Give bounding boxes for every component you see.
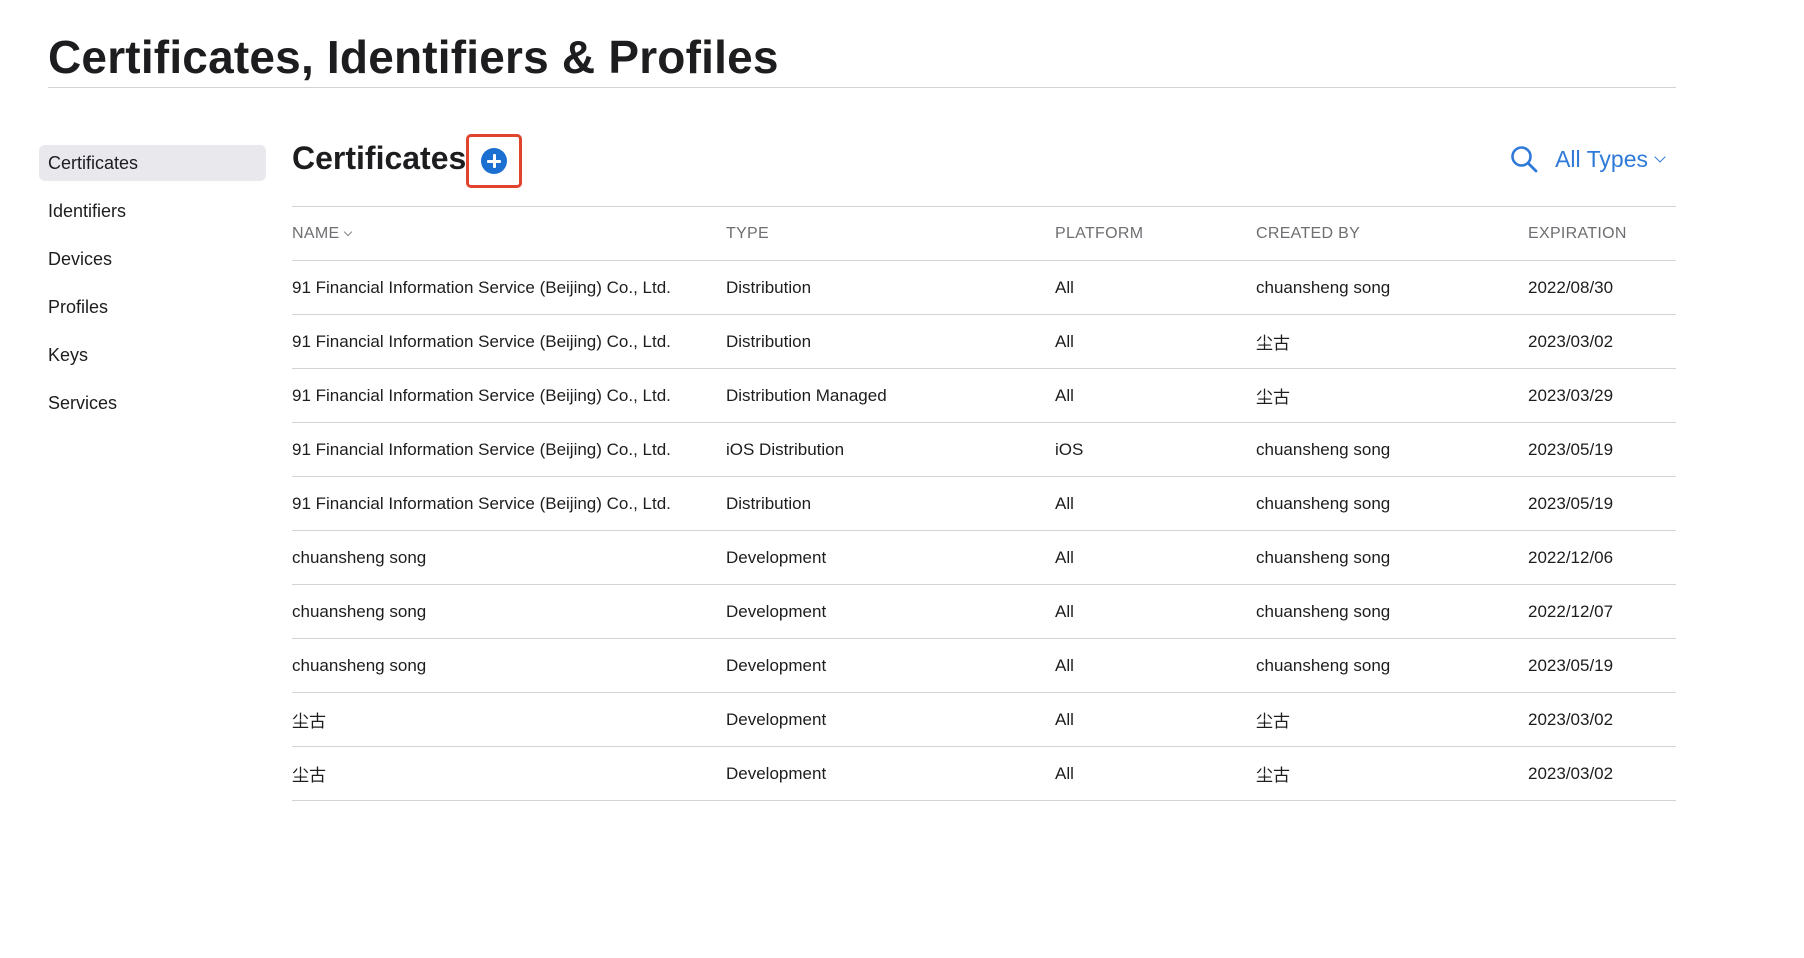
cell-created-by: chuansheng song	[1256, 655, 1391, 675]
cell-type: Development	[726, 709, 827, 729]
cell-platform: iOS	[1055, 439, 1084, 459]
cell-name: 尘古	[292, 766, 326, 785]
table-row[interactable]: 尘古 Development All 尘古 2023/03/02	[292, 693, 1676, 747]
cell-created-by: 尘古	[1256, 334, 1290, 353]
cell-type: Distribution	[726, 277, 812, 297]
title-divider	[48, 87, 1676, 88]
sidebar-item-profiles[interactable]: Profiles	[39, 289, 266, 325]
cell-type: Distribution	[726, 331, 812, 351]
column-header-type: TYPE	[726, 224, 769, 242]
certificates-table: NAME TYPE PLATFORM CREATED BY EXPIRATION…	[292, 206, 1676, 801]
sidebar-item-keys[interactable]: Keys	[39, 337, 266, 373]
table-row[interactable]: chuansheng song Development All chuanshe…	[292, 639, 1676, 693]
cell-type: Distribution	[726, 493, 812, 513]
cell-name: chuansheng song	[292, 655, 427, 675]
column-header-name[interactable]: NAME	[292, 207, 726, 261]
cell-expiration: 2022/08/30	[1528, 277, 1614, 297]
cell-platform: All	[1055, 601, 1074, 621]
table-row[interactable]: 91 Financial Information Service (Beijin…	[292, 261, 1676, 315]
cell-expiration: 2023/05/19	[1528, 655, 1614, 675]
cell-created-by: chuansheng song	[1256, 439, 1391, 459]
cell-created-by: 尘古	[1256, 388, 1290, 407]
table-row[interactable]: 尘古 Development All 尘古 2023/03/02	[292, 747, 1676, 801]
column-header-expiration: EXPIRATION	[1528, 224, 1627, 242]
cell-expiration: 2023/03/02	[1528, 709, 1614, 729]
cell-name: 91 Financial Information Service (Beijin…	[292, 331, 671, 351]
add-certificate-button[interactable]	[466, 134, 522, 188]
table-row[interactable]: 91 Financial Information Service (Beijin…	[292, 477, 1676, 531]
cell-name: chuansheng song	[292, 601, 427, 621]
cell-expiration: 2023/03/02	[1528, 763, 1614, 783]
column-header-created-by: CREATED BY	[1256, 224, 1361, 242]
search-icon[interactable]	[1509, 144, 1539, 174]
section-header: Certificates All Types	[292, 132, 1676, 192]
cell-created-by: 尘古	[1256, 766, 1290, 785]
cell-platform: All	[1055, 709, 1074, 729]
table-row[interactable]: 91 Financial Information Service (Beijin…	[292, 423, 1676, 477]
cell-created-by: chuansheng song	[1256, 493, 1391, 513]
cell-created-by: 尘古	[1256, 712, 1290, 731]
cell-name: 尘古	[292, 712, 326, 731]
cell-created-by: chuansheng song	[1256, 277, 1391, 297]
sidebar-item-services[interactable]: Services	[39, 385, 266, 421]
cell-created-by: chuansheng song	[1256, 547, 1391, 567]
type-filter-label: All Types	[1555, 145, 1648, 172]
cell-type: Development	[726, 655, 827, 675]
cell-platform: All	[1055, 385, 1074, 405]
cell-created-by: chuansheng song	[1256, 601, 1391, 621]
cell-expiration: 2023/05/19	[1528, 493, 1614, 513]
sidebar-item-identifiers[interactable]: Identifiers	[39, 193, 266, 229]
cell-type: Development	[726, 763, 827, 783]
cell-platform: All	[1055, 493, 1074, 513]
cell-type: iOS Distribution	[726, 439, 845, 459]
type-filter-dropdown[interactable]: All Types	[1555, 145, 1666, 173]
plus-circle-icon	[481, 148, 507, 174]
sidebar-item-certificates[interactable]: Certificates	[39, 145, 266, 181]
filter-controls: All Types	[1509, 144, 1676, 174]
column-header-platform: PLATFORM	[1055, 224, 1144, 242]
page-title: Certificates, Identifiers & Profiles	[48, 31, 779, 83]
cell-expiration: 2022/12/06	[1528, 547, 1614, 567]
cell-name: 91 Financial Information Service (Beijin…	[292, 439, 671, 459]
table-header-row: NAME TYPE PLATFORM CREATED BY EXPIRATION	[292, 206, 1676, 261]
cell-platform: All	[1055, 763, 1074, 783]
page: Certificates, Identifiers & Profiles Cer…	[0, 0, 1804, 958]
cell-name: 91 Financial Information Service (Beijin…	[292, 385, 671, 405]
cell-type: Development	[726, 547, 827, 567]
cell-name: 91 Financial Information Service (Beijin…	[292, 277, 671, 297]
cell-expiration: 2022/12/07	[1528, 601, 1614, 621]
cell-expiration: 2023/05/19	[1528, 439, 1614, 459]
cell-expiration: 2023/03/29	[1528, 385, 1614, 405]
cell-platform: All	[1055, 277, 1074, 297]
column-header-name-label: NAME	[292, 224, 340, 242]
cell-platform: All	[1055, 331, 1074, 351]
table-row[interactable]: chuansheng song Development All chuanshe…	[292, 585, 1676, 639]
cell-name: chuansheng song	[292, 547, 427, 567]
sort-chevron-icon	[344, 227, 353, 236]
table-row[interactable]: 91 Financial Information Service (Beijin…	[292, 369, 1676, 423]
cell-name: 91 Financial Information Service (Beijin…	[292, 493, 671, 513]
sidebar: Certificates Identifiers Devices Profile…	[39, 145, 266, 433]
cell-type: Distribution Managed	[726, 385, 887, 405]
section-title: Certificates	[292, 140, 467, 176]
sidebar-item-devices[interactable]: Devices	[39, 241, 266, 277]
table-row[interactable]: 91 Financial Information Service (Beijin…	[292, 315, 1676, 369]
cell-platform: All	[1055, 547, 1074, 567]
cell-platform: All	[1055, 655, 1074, 675]
table-row[interactable]: chuansheng song Development All chuanshe…	[292, 531, 1676, 585]
cell-expiration: 2023/03/02	[1528, 331, 1614, 351]
cell-type: Development	[726, 601, 827, 621]
chevron-down-icon	[1654, 151, 1666, 163]
